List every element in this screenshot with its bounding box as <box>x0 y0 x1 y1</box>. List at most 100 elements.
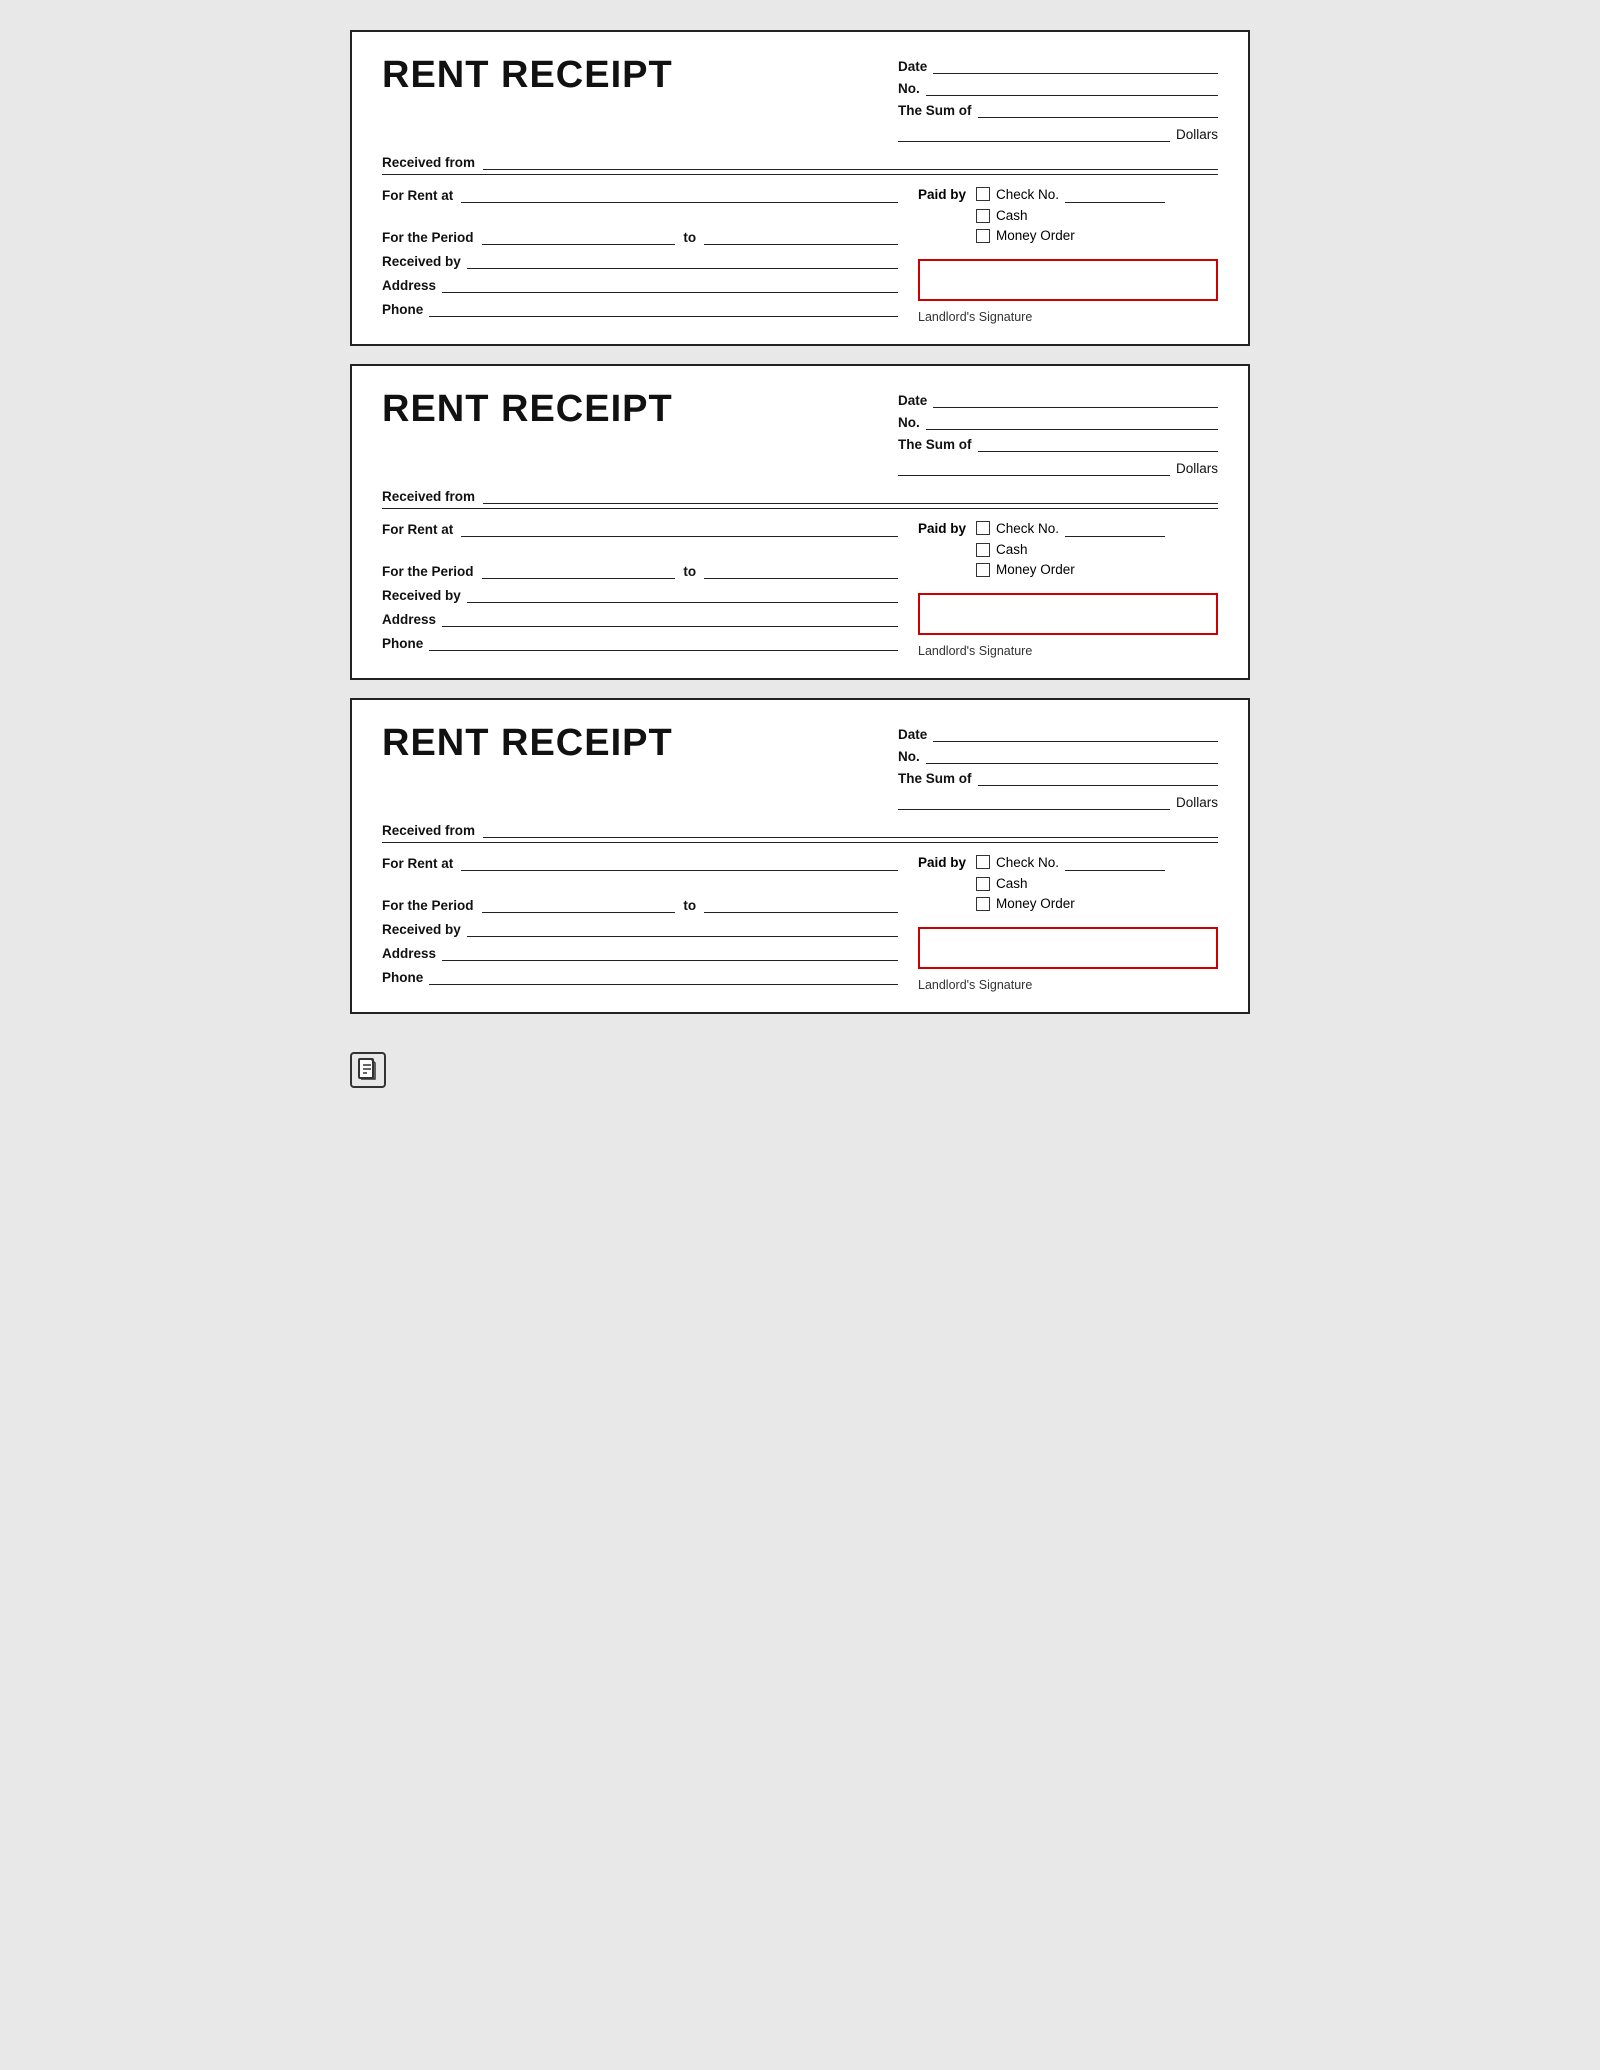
dollars-line-1[interactable] <box>898 124 1170 142</box>
period-row-1: For the Period to <box>382 227 898 245</box>
money-order-checkbox-3[interactable] <box>976 897 990 911</box>
received-by-field-1[interactable] <box>467 251 898 269</box>
received-by-row-2: Received by <box>382 585 898 603</box>
address-row-2: Address <box>382 609 898 627</box>
dollars-label-2: Dollars <box>1176 461 1218 476</box>
check-no-field-2[interactable] <box>1065 519 1165 537</box>
sum-row-3: The Sum of <box>898 768 1218 786</box>
money-order-label-2: Money Order <box>996 562 1075 577</box>
phone-field-2[interactable] <box>429 633 898 651</box>
phone-row-2: Phone <box>382 633 898 651</box>
cash-checkbox-2[interactable] <box>976 543 990 557</box>
dollars-row-1: Dollars <box>898 124 1218 142</box>
received-by-field-2[interactable] <box>467 585 898 603</box>
sum-label-3: The Sum of <box>898 771 972 786</box>
for-rent-field-3[interactable] <box>461 853 898 871</box>
phone-field-1[interactable] <box>429 299 898 317</box>
cash-row-3: Cash <box>976 876 1165 891</box>
period-end-field-3[interactable] <box>704 895 898 913</box>
received-from-label-2: Received from <box>382 489 475 504</box>
money-order-row-2: Money Order <box>976 562 1165 577</box>
money-order-checkbox-1[interactable] <box>976 229 990 243</box>
dollars-row-3: Dollars <box>898 792 1218 810</box>
received-by-row-1: Received by <box>382 251 898 269</box>
sum-field-1[interactable] <box>978 100 1219 118</box>
sum-field-3[interactable] <box>978 768 1219 786</box>
dollars-line-2[interactable] <box>898 458 1170 476</box>
left-col-3: For Rent at For the Period to Received b… <box>382 853 898 992</box>
received-from-label-3: Received from <box>382 823 475 838</box>
left-col-1: For Rent at For the Period to Received b… <box>382 185 898 324</box>
no-field-3[interactable] <box>926 746 1218 764</box>
money-order-label-3: Money Order <box>996 896 1075 911</box>
no-row-1: No. <box>898 78 1218 96</box>
sum-field-2[interactable] <box>978 434 1219 452</box>
received-by-label-3: Received by <box>382 922 461 937</box>
paid-by-label-1: Paid by <box>918 185 966 202</box>
check-no-row-2: Check No. <box>976 519 1165 537</box>
check-no-row-3: Check No. <box>976 853 1165 871</box>
dollars-line-3[interactable] <box>898 792 1170 810</box>
for-rent-field-2[interactable] <box>461 519 898 537</box>
address-field-3[interactable] <box>442 943 898 961</box>
main-body-3: For Rent at For the Period to Received b… <box>382 853 1218 992</box>
cash-label-1: Cash <box>996 208 1028 223</box>
date-field-2[interactable] <box>933 390 1218 408</box>
signature-box-3[interactable] <box>918 927 1218 969</box>
received-by-label-1: Received by <box>382 254 461 269</box>
check-no-checkbox-1[interactable] <box>976 187 990 201</box>
date-field-3[interactable] <box>933 724 1218 742</box>
signature-box-1[interactable] <box>918 259 1218 301</box>
sum-label-1: The Sum of <box>898 103 972 118</box>
document-icon <box>350 1052 386 1088</box>
period-start-field-2[interactable] <box>482 561 676 579</box>
no-row-2: No. <box>898 412 1218 430</box>
page-wrapper: RENT RECEIPT Date No. The Sum of Dollars <box>350 30 1250 1088</box>
address-field-2[interactable] <box>442 609 898 627</box>
receipt-title-1: RENT RECEIPT <box>382 56 673 94</box>
period-row-3: For the Period to <box>382 895 898 913</box>
check-no-label-1: Check No. <box>996 187 1059 202</box>
date-row-3: Date <box>898 724 1218 742</box>
receipt-title-3: RENT RECEIPT <box>382 724 673 762</box>
signature-box-2[interactable] <box>918 593 1218 635</box>
period-start-field-1[interactable] <box>482 227 676 245</box>
paid-by-label-3: Paid by <box>918 853 966 870</box>
signature-label-1: Landlord's Signature <box>918 310 1218 324</box>
check-no-checkbox-3[interactable] <box>976 855 990 869</box>
date-row-1: Date <box>898 56 1218 74</box>
cash-row-1: Cash <box>976 208 1165 223</box>
check-no-checkbox-2[interactable] <box>976 521 990 535</box>
right-col-3: Paid by Check No. Cash <box>918 853 1218 992</box>
phone-row-1: Phone <box>382 299 898 317</box>
no-field-1[interactable] <box>926 78 1218 96</box>
check-no-label-3: Check No. <box>996 855 1059 870</box>
footer-area <box>350 1032 1250 1088</box>
phone-field-3[interactable] <box>429 967 898 985</box>
right-col-1: Paid by Check No. Cash <box>918 185 1218 324</box>
period-end-field-2[interactable] <box>704 561 898 579</box>
address-field-1[interactable] <box>442 275 898 293</box>
for-rent-row-3: For Rent at <box>382 853 898 871</box>
received-from-field-1[interactable] <box>483 152 1218 170</box>
date-field-1[interactable] <box>933 56 1218 74</box>
cash-checkbox-1[interactable] <box>976 209 990 223</box>
received-from-field-2[interactable] <box>483 486 1218 504</box>
divider-3 <box>382 842 1218 843</box>
received-by-label-2: Received by <box>382 588 461 603</box>
period-end-field-1[interactable] <box>704 227 898 245</box>
period-start-field-3[interactable] <box>482 895 676 913</box>
address-label-2: Address <box>382 612 436 627</box>
check-no-field-1[interactable] <box>1065 185 1165 203</box>
checkboxes-2: Check No. Cash Money Order <box>976 519 1165 577</box>
signature-label-2: Landlord's Signature <box>918 644 1218 658</box>
money-order-checkbox-2[interactable] <box>976 563 990 577</box>
address-label-3: Address <box>382 946 436 961</box>
no-field-2[interactable] <box>926 412 1218 430</box>
received-by-field-3[interactable] <box>467 919 898 937</box>
received-from-field-3[interactable] <box>483 820 1218 838</box>
for-rent-field-1[interactable] <box>461 185 898 203</box>
period-label-2: For the Period <box>382 564 474 579</box>
cash-checkbox-3[interactable] <box>976 877 990 891</box>
check-no-field-3[interactable] <box>1065 853 1165 871</box>
